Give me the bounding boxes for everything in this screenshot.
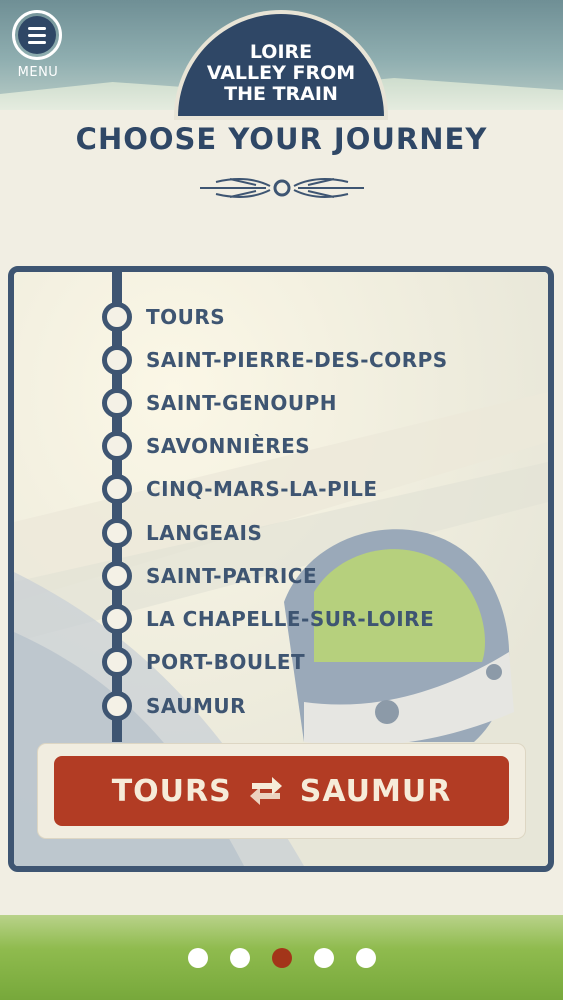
page-indicator <box>0 948 563 972</box>
stop-label: SAINT-PIERRE-DES-CORPS <box>146 348 448 372</box>
stop-marker-icon <box>102 302 132 332</box>
stop-label: SAUMUR <box>146 694 247 718</box>
stop-label: SAINT-GENOUPH <box>146 391 338 415</box>
stop-item[interactable]: SAUMUR <box>102 691 246 721</box>
page-dot[interactable] <box>229 948 250 968</box>
app-title-line-2: VALLEY FROM <box>206 62 356 84</box>
stop-item[interactable]: PORT-BOULET <box>102 647 305 677</box>
stop-label: SAINT-PATRICE <box>146 564 318 588</box>
page-dot[interactable] <box>313 948 334 968</box>
swap-arrows-icon <box>249 777 282 805</box>
page-dot[interactable] <box>355 948 376 968</box>
stop-marker-icon <box>102 647 132 677</box>
stop-item[interactable]: SAINT-PATRICE <box>102 561 317 591</box>
stop-label: TOURS <box>146 305 226 329</box>
app-title: LOIRE VALLEY FROM THE TRAIN <box>178 42 384 105</box>
ornament-divider-icon <box>200 178 364 198</box>
stop-item[interactable]: SAINT-GENOUPH <box>102 388 337 418</box>
stop-marker-icon <box>102 345 132 375</box>
stop-marker-icon <box>102 561 132 591</box>
stop-item[interactable]: SAINT-PIERRE-DES-CORPS <box>102 345 448 375</box>
page-heading: CHOOSE YOUR JOURNEY <box>75 122 488 156</box>
stop-item[interactable]: SAVONNIÈRES <box>102 431 310 461</box>
journey-frame: TOURS SAUMUR <box>38 744 525 838</box>
stop-marker-icon <box>102 518 132 548</box>
page-dot-active[interactable] <box>271 948 292 968</box>
stop-label: SAVONNIÈRES <box>146 434 311 458</box>
stop-item[interactable]: LA CHAPELLE-SUR-LOIRE <box>102 604 434 634</box>
menu-label: MENU <box>17 65 59 80</box>
stop-label: LANGEAIS <box>146 521 263 545</box>
stop-marker-icon <box>102 691 132 721</box>
journey-button[interactable]: TOURS SAUMUR <box>54 756 509 826</box>
stop-item[interactable]: TOURS <box>102 302 225 332</box>
menu-button[interactable]: MENU <box>10 8 68 82</box>
app-title-line-1: LOIRE <box>249 41 313 63</box>
stop-marker-icon <box>102 604 132 634</box>
stop-marker-icon <box>102 474 132 504</box>
route-panel: TOURS SAINT-PIERRE-DES-CORPS SAINT-GENOU… <box>8 266 554 872</box>
stop-label: PORT-BOULET <box>146 650 306 674</box>
app-title-line-3: THE TRAIN <box>224 83 338 105</box>
page-dot[interactable] <box>187 948 208 968</box>
stop-label: CINQ-MARS-LA-PILE <box>146 477 378 501</box>
stop-label: LA CHAPELLE-SUR-LOIRE <box>146 607 435 631</box>
stop-item[interactable]: LANGEAIS <box>102 518 262 548</box>
stop-item[interactable]: CINQ-MARS-LA-PILE <box>102 474 378 504</box>
journey-from: TOURS <box>111 773 232 809</box>
stop-marker-icon <box>102 431 132 461</box>
stop-marker-icon <box>102 388 132 418</box>
menu-icon <box>12 10 62 60</box>
journey-to: SAUMUR <box>299 773 452 809</box>
